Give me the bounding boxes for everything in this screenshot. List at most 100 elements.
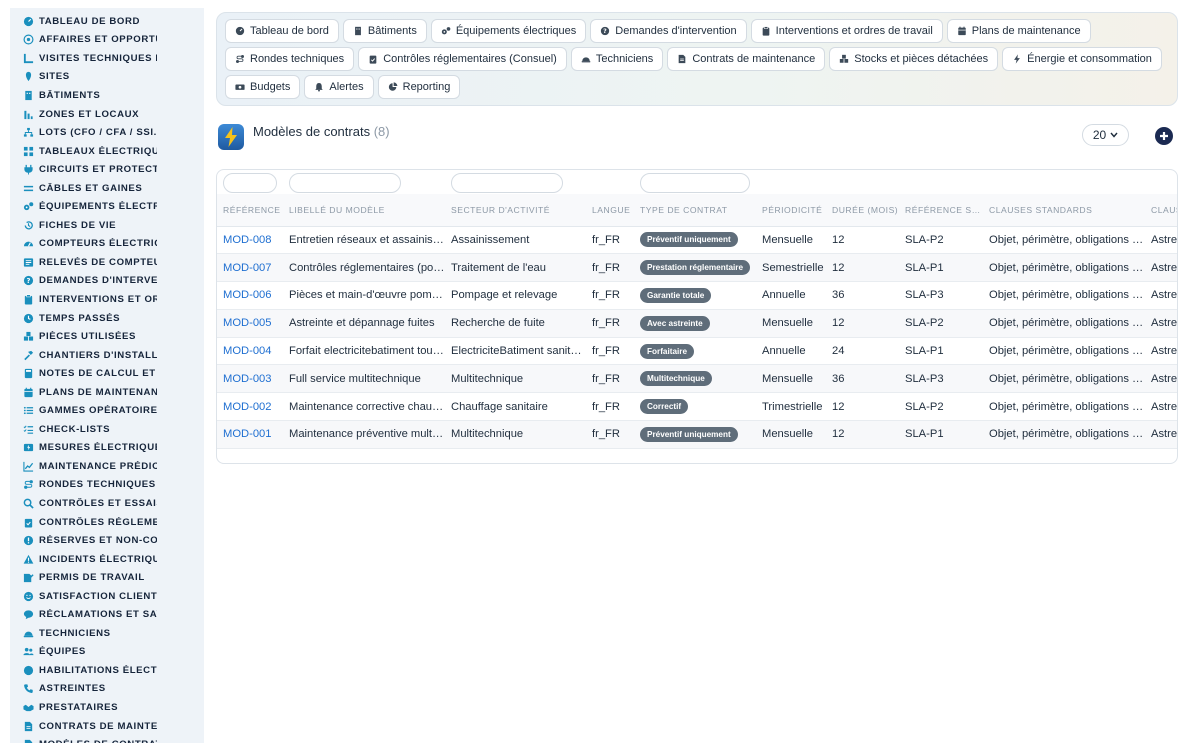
nav-button-techniciens[interactable]: Techniciens bbox=[570, 47, 664, 71]
reference-link[interactable]: MOD-001 bbox=[223, 428, 272, 440]
sidebar-item-icon bbox=[23, 739, 34, 743]
sidebar-item-compteurs-electriques[interactable]: COMPTEURS ÉLECTRIQUES bbox=[10, 235, 204, 254]
nav-button-plans-de-maintenance[interactable]: Plans de maintenance bbox=[946, 19, 1091, 43]
cell-libelle: Astreinte et dépannage fuites bbox=[283, 309, 445, 338]
nav-button-batiments[interactable]: Bâtiments bbox=[342, 19, 427, 43]
nav-button-label: Budgets bbox=[250, 81, 291, 93]
column-header[interactable]: LIBELLÉ DU MODÈLE bbox=[283, 194, 445, 227]
nav-button-label: Équipements électriques bbox=[455, 25, 577, 37]
table-row[interactable]: MOD-007 Contrôles réglementaires (potabil… bbox=[217, 253, 1177, 283]
column-header[interactable]: CLAUSES bbox=[1145, 194, 1177, 227]
sidebar-item-plans-de-maintenance[interactable]: PLANS DE MAINTENANCE bbox=[10, 383, 204, 402]
sidebar-item-contrats-de-maintenance[interactable]: CONTRATS DE MAINTENANCE bbox=[10, 717, 204, 736]
sidebar-item-tableaux-electriques[interactable]: TABLEAUX ÉLECTRIQUES bbox=[10, 142, 204, 161]
nav-button-demandes-d-intervention[interactable]: ? Demandes d'intervention bbox=[590, 19, 747, 43]
sidebar-item-lots-cfo-cfa-ssi[interactable]: LOTS (CFO / CFA / SSI...) bbox=[10, 123, 204, 142]
per-page-select[interactable]: 20 bbox=[1082, 124, 1129, 146]
sitemap-icon bbox=[23, 127, 34, 137]
nav-button-energie-et-consommation[interactable]: Énergie et consommation bbox=[1002, 47, 1162, 71]
sidebar-item-zones-et-locaux[interactable]: ZONES ET LOCAUX bbox=[10, 105, 204, 124]
nav-button-alertes[interactable]: Alertes bbox=[304, 75, 374, 99]
nav-button-contrats-de-maintenance[interactable]: Contrats de maintenance bbox=[667, 47, 826, 71]
filter-input-type[interactable] bbox=[640, 173, 750, 193]
column-header[interactable]: CLAUSES STANDARDS bbox=[983, 194, 1145, 227]
sidebar-item-pieces-utilisees[interactable]: PIÈCES UTILISÉES bbox=[10, 327, 204, 346]
sidebar-item-batiments[interactable]: BÂTIMENTS bbox=[10, 86, 204, 105]
sidebar-item-astreintes[interactable]: ASTREINTES bbox=[10, 680, 204, 699]
sidebar-item-fiches-de-vie[interactable]: FICHES DE VIE bbox=[10, 216, 204, 235]
sidebar-item-circuits-et-protections[interactable]: CIRCUITS ET PROTECTIONS bbox=[10, 160, 204, 179]
table-row[interactable]: MOD-005 Astreinte et dépannage fuites Rech… bbox=[217, 309, 1177, 338]
nav-button-interventions-et-ordres-de-travail[interactable]: Interventions et ordres de travail bbox=[750, 19, 943, 43]
sidebar-item-gammes-operatoires[interactable]: GAMMES OPÉRATOIRES bbox=[10, 401, 204, 420]
sidebar-item-modeles-de-contrats[interactable]: MODÈLES DE CONTRATS bbox=[10, 735, 204, 743]
sidebar-item-equipes[interactable]: ÉQUIPES bbox=[10, 643, 204, 662]
table-row[interactable]: MOD-008 Entretien réseaux et assainisseme… bbox=[217, 226, 1177, 255]
nav-button-stocks-et-pieces-detachees[interactable]: Stocks et pièces détachées bbox=[829, 47, 999, 71]
nav-button-reporting[interactable]: Reporting bbox=[377, 75, 461, 99]
sidebar-item-mesures-electriques[interactable]: MESURES ÉLECTRIQUES bbox=[10, 439, 204, 458]
reference-link[interactable]: MOD-005 bbox=[223, 317, 272, 329]
sidebar-item-sites[interactable]: SITES bbox=[10, 68, 204, 87]
sidebar-item-demandes-d-intervention[interactable]: ? DEMANDES D'INTERVENTION bbox=[10, 272, 204, 291]
bolt-gauge-icon bbox=[23, 444, 34, 452]
nav-button-controles-reglementaires-consuel[interactable]: Contrôles réglementaires (Consuel) bbox=[358, 47, 567, 71]
cell-duree: 12 bbox=[826, 226, 899, 255]
sidebar-item-techniciens[interactable]: TECHNICIENS bbox=[10, 624, 204, 643]
table-row[interactable]: MOD-002 Maintenance corrective chauffage C… bbox=[217, 392, 1177, 422]
table-row[interactable]: MOD-003 Full service multitechnique Multit… bbox=[217, 364, 1177, 394]
reference-link[interactable]: MOD-008 bbox=[223, 234, 272, 246]
column-header[interactable]: TYPE DE CONTRAT bbox=[634, 194, 756, 227]
reference-link[interactable]: MOD-007 bbox=[223, 262, 272, 274]
sidebar-item-prestataires[interactable]: PRESTATAIRES bbox=[10, 698, 204, 717]
column-header[interactable]: PÉRIODICITÉ bbox=[756, 194, 826, 227]
sidebar-item-icon bbox=[23, 572, 34, 583]
column-header[interactable]: RÉFÉRENCE bbox=[217, 194, 283, 227]
sidebar-item-temps-passes[interactable]: TEMPS PASSÉS bbox=[10, 309, 204, 328]
column-header[interactable]: DURÉE (MOIS) bbox=[826, 194, 899, 227]
reference-link[interactable]: MOD-003 bbox=[223, 373, 272, 385]
sidebar-item-cables-et-gaines[interactable]: CÂBLES ET GAINES bbox=[10, 179, 204, 198]
sidebar-item-permis-de-travail[interactable]: PERMIS DE TRAVAIL bbox=[10, 568, 204, 587]
sidebar-item-rondes-techniques[interactable]: RONDES TECHNIQUES bbox=[10, 476, 204, 495]
sidebar-item-icon bbox=[23, 294, 34, 305]
sidebar-item-controles-et-essais[interactable]: CONTRÔLES ET ESSAIS bbox=[10, 494, 204, 513]
sidebar-item-label: PIÈCES UTILISÉES bbox=[39, 331, 137, 343]
sidebar-item-satisfaction-client[interactable]: SATISFACTION CLIENT bbox=[10, 587, 204, 606]
sidebar-item-habilitations-electriques[interactable]: HABILITATIONS ÉLECTRIQUES bbox=[10, 661, 204, 680]
sidebar-item-tableau-de-bord[interactable]: TABLEAU DE BORD bbox=[10, 12, 204, 31]
sidebar-item-incidents-electriques[interactable]: INCIDENTS ÉLECTRIQUES bbox=[10, 550, 204, 569]
column-header[interactable]: LANGUE bbox=[586, 194, 634, 227]
table-row[interactable]: MOD-004 Forfait electricitebatiment toute… bbox=[217, 337, 1177, 366]
sidebar-item-visites-techniques-et-releves[interactable]: VISITES TECHNIQUES ET RELEVÉS bbox=[10, 49, 204, 68]
calendar-icon bbox=[958, 26, 966, 36]
filter-input-reference[interactable] bbox=[223, 173, 277, 193]
nav-button-budgets[interactable]: Budgets bbox=[225, 75, 301, 99]
sidebar-item-chantiers-d-installation[interactable]: CHANTIERS D'INSTALLATION bbox=[10, 346, 204, 365]
nav-button-label: Contrats de maintenance bbox=[692, 53, 816, 65]
contract-type-badge: Forfaitaire bbox=[640, 343, 695, 359]
reference-link[interactable]: MOD-004 bbox=[223, 345, 272, 357]
sidebar-item-affaires-et-opportunites[interactable]: AFFAIRES ET OPPORTUNITÉS bbox=[10, 31, 204, 50]
filter-input-secteur[interactable] bbox=[451, 173, 563, 193]
table-row[interactable]: MOD-001 Maintenance préventive multitechn… bbox=[217, 420, 1177, 449]
sidebar-item-maintenance-predictive[interactable]: MAINTENANCE PRÉDICTIVE bbox=[10, 457, 204, 476]
add-button[interactable] bbox=[1155, 127, 1173, 145]
sidebar-item-releves-de-compteurs[interactable]: RELEVÉS DE COMPTEURS bbox=[10, 253, 204, 272]
sidebar-item-check-lists[interactable]: CHECK-LISTS bbox=[10, 420, 204, 439]
filter-input-libelle[interactable] bbox=[289, 173, 401, 193]
nav-button-equipements-electriques[interactable]: Équipements électriques bbox=[430, 19, 587, 43]
nav-button-rondes-techniques[interactable]: Rondes techniques bbox=[225, 47, 355, 71]
column-header[interactable]: RÉFÉRENCE SLA bbox=[899, 194, 983, 227]
reference-link[interactable]: MOD-002 bbox=[223, 401, 272, 413]
sidebar-item-notes-de-calcul-et-etudes[interactable]: NOTES DE CALCUL ET ÉTUDES bbox=[10, 364, 204, 383]
sidebar-item-interventions-et-ordres-de-travail[interactable]: INTERVENTIONS ET ORDRES DE TRAVAIL bbox=[10, 290, 204, 309]
nav-button-tableau-de-bord[interactable]: Tableau de bord bbox=[225, 19, 339, 43]
column-header[interactable]: SECTEUR D'ACTIVITÉ bbox=[445, 194, 586, 227]
reference-link[interactable]: MOD-006 bbox=[223, 289, 272, 301]
sidebar-item-controles-reglementaires[interactable]: CONTRÔLES RÉGLEMENTAIRES bbox=[10, 513, 204, 532]
sidebar-item-equipements-electriques[interactable]: ÉQUIPEMENTS ÉLECTRIQUES bbox=[10, 197, 204, 216]
sidebar-item-reclamations-et-sav[interactable]: RÉCLAMATIONS ET SAV bbox=[10, 606, 204, 625]
sidebar-item-reserves-et-non-conformites[interactable]: RÉSERVES ET NON-CONFORMITÉS bbox=[10, 531, 204, 550]
table-row[interactable]: MOD-006 Pièces et main-d'œuvre pompage Pom… bbox=[217, 281, 1177, 310]
